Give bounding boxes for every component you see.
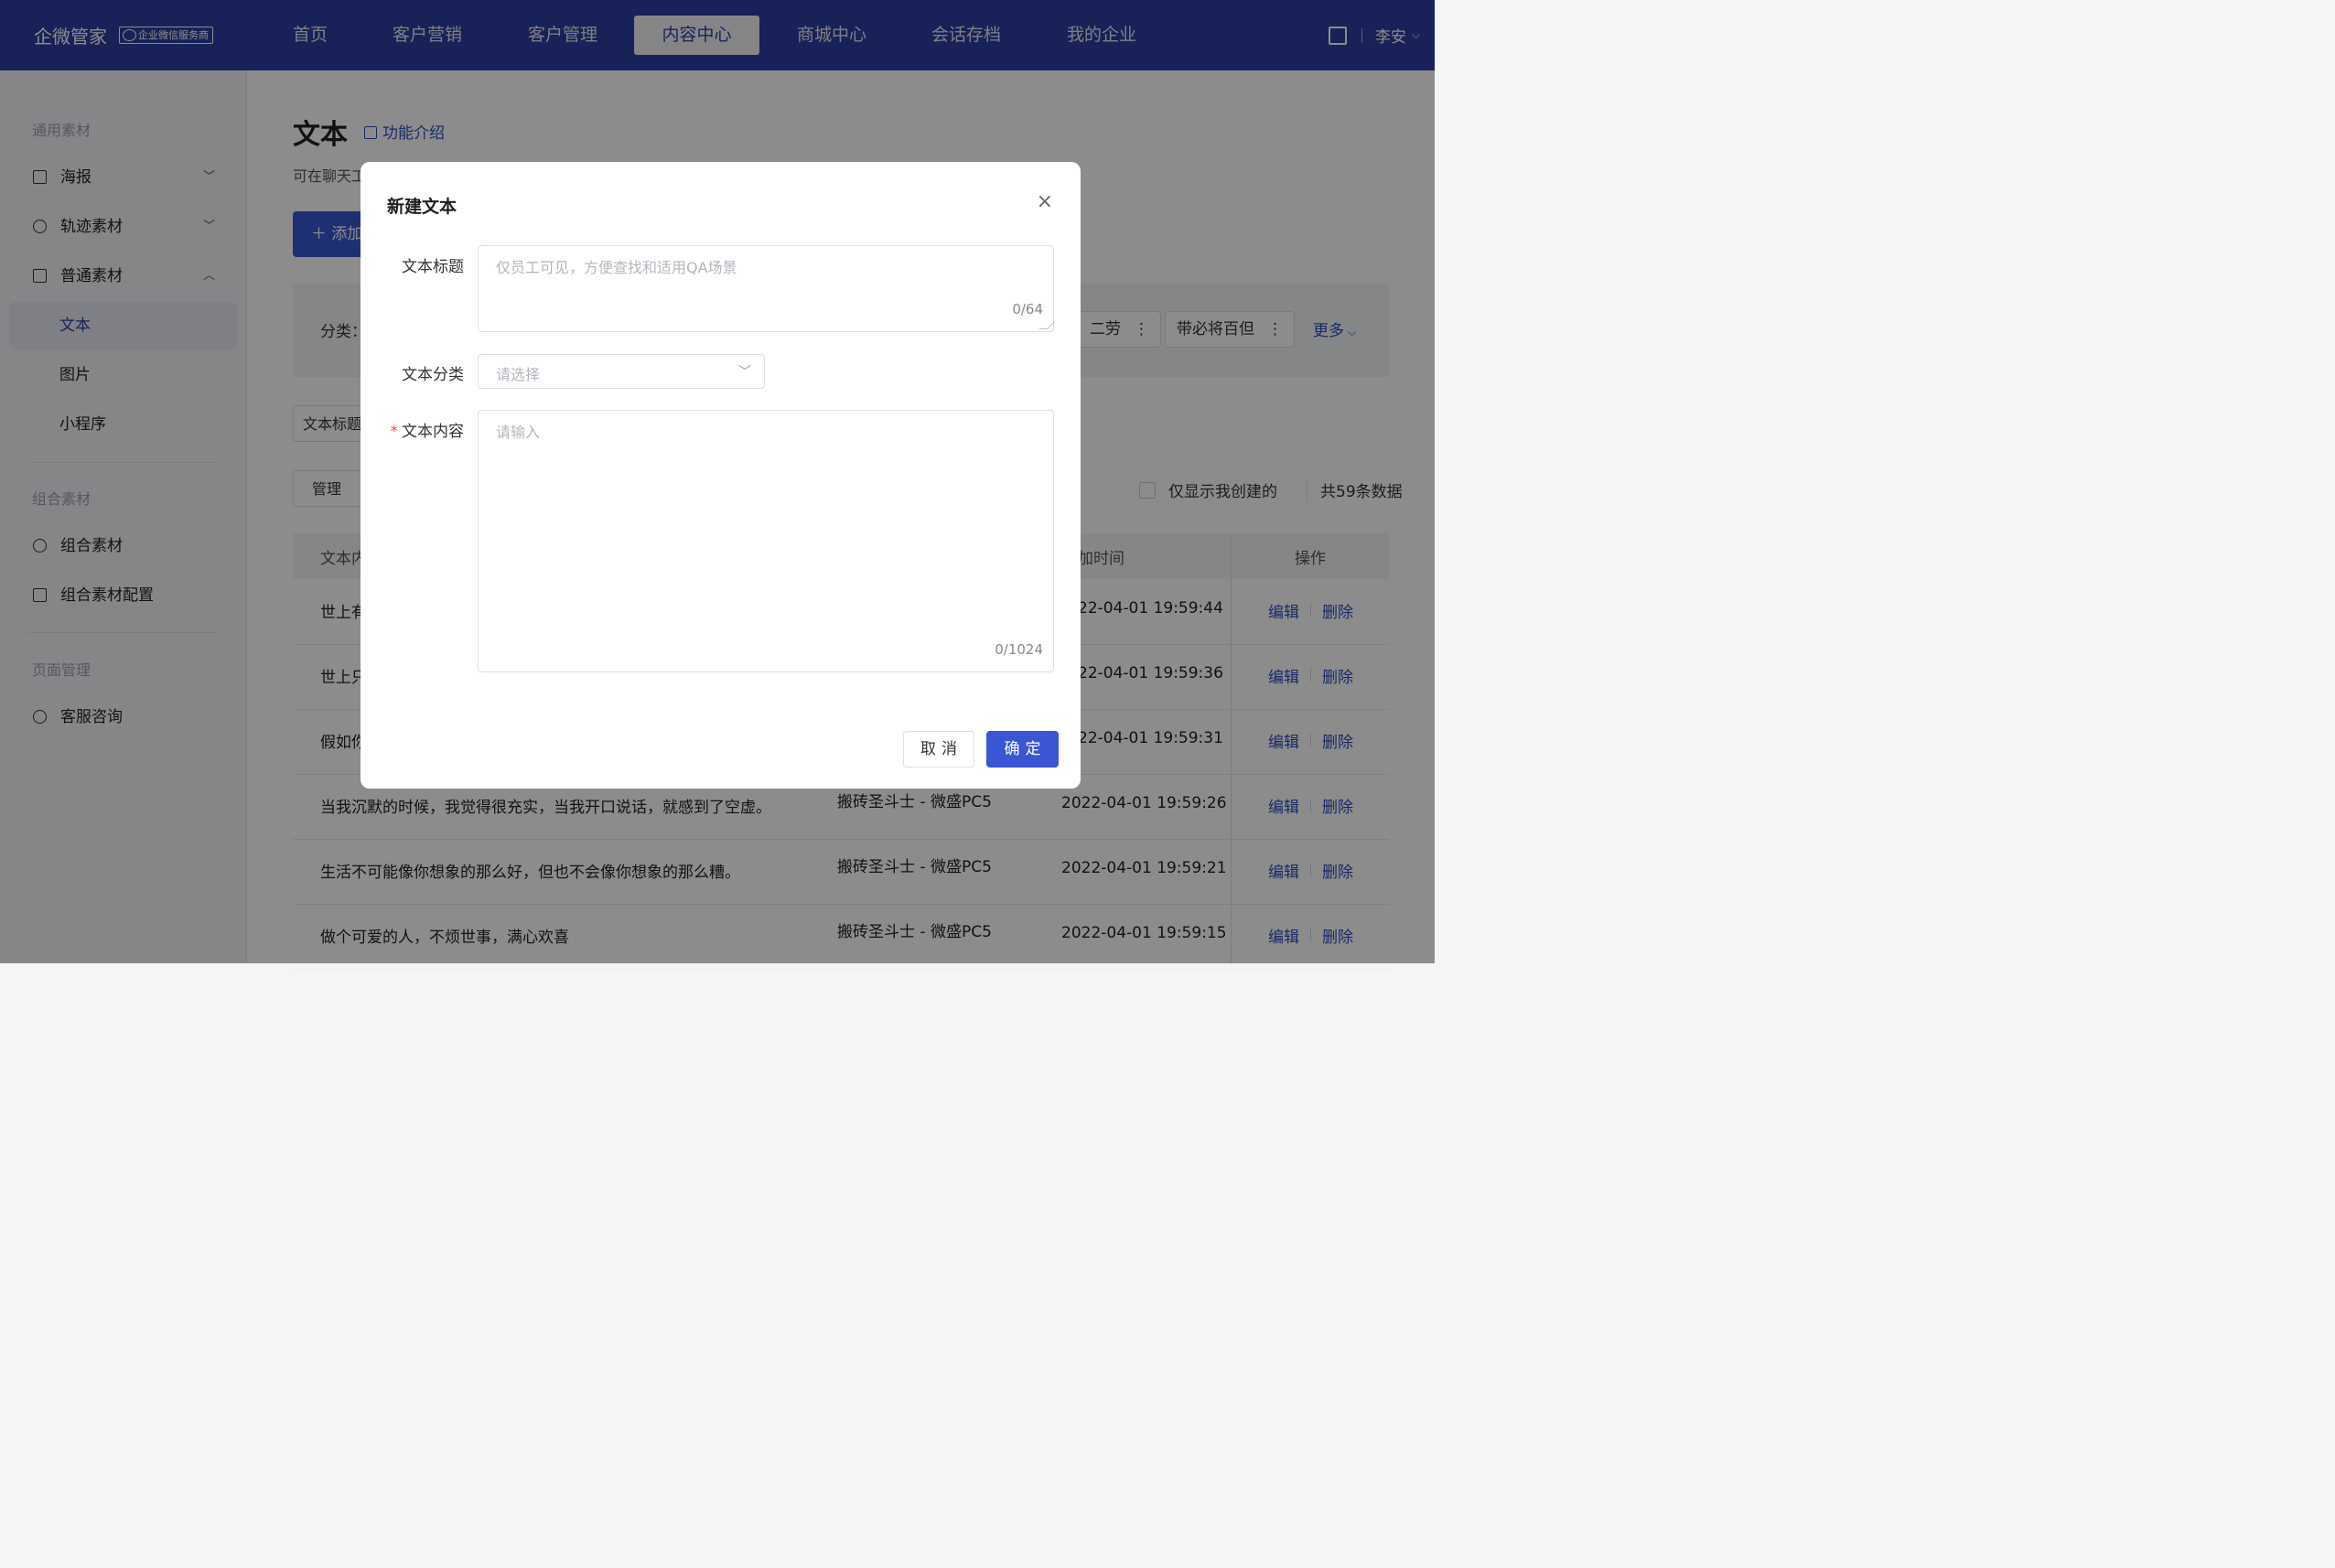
dialog-title: 新建文本	[387, 197, 457, 217]
cancel-button[interactable]: 取消	[903, 731, 974, 768]
content-label-text: 文本内容	[402, 423, 464, 441]
chevron-down-icon: ﹀	[738, 365, 751, 380]
category-placeholder: 请选择	[496, 366, 541, 383]
category-field-label: 文本分类	[402, 366, 464, 384]
content-field[interactable]: 请输入 0/1024	[478, 410, 1054, 672]
title-field-label: 文本标题	[402, 258, 464, 276]
new-text-dialog: 新建文本 × 文本标题 仅员工可见，方便查找和适用QA场景 0/64 文本分类 …	[360, 162, 1081, 789]
confirm-button[interactable]: 确定	[986, 731, 1059, 768]
required-mark: *	[390, 423, 399, 441]
resize-handle-icon[interactable]	[1038, 321, 1056, 329]
content-field-label: * 文本内容	[382, 418, 465, 441]
title-placeholder: 仅员工可见，方便查找和适用QA场景	[496, 259, 737, 276]
category-select[interactable]: 请选择 ﹀	[478, 354, 765, 389]
close-icon[interactable]: ×	[1037, 192, 1053, 212]
title-char-count: 0/64	[1012, 301, 1043, 317]
content-placeholder: 请输入	[496, 424, 541, 441]
title-field[interactable]: 仅员工可见，方便查找和适用QA场景 0/64	[478, 245, 1056, 332]
content-char-count: 0/1024	[995, 641, 1043, 658]
